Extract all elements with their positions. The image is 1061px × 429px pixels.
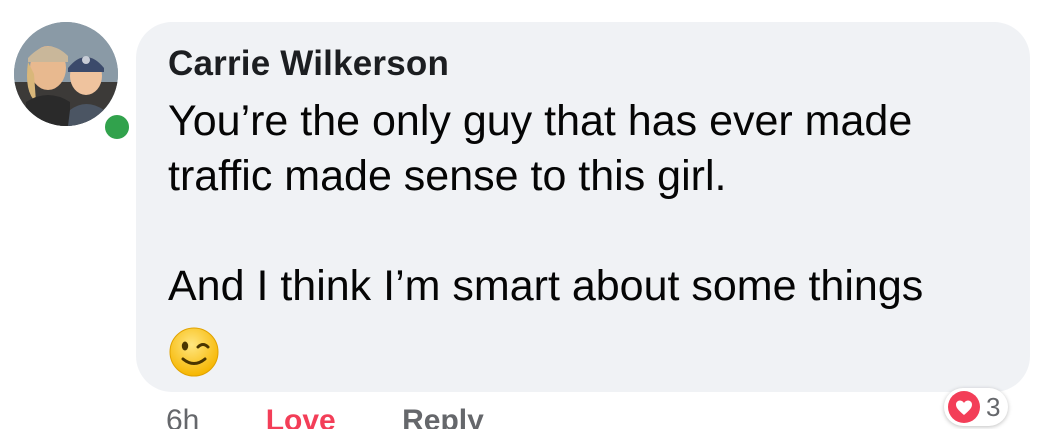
- comment-text: You’re the only guy that has ever made t…: [168, 94, 1008, 314]
- online-status-indicator: [100, 110, 134, 144]
- winking-face-emoji-icon: [169, 327, 219, 377]
- comment-text-line: And I think I’m smart about some things: [168, 262, 924, 310]
- reply-button[interactable]: Reply: [402, 404, 484, 429]
- reaction-summary[interactable]: 3: [944, 388, 1009, 426]
- love-heart-icon: [948, 391, 980, 423]
- comment-text-line: traffic made sense to this girl.: [168, 152, 727, 200]
- comment-bubble: Carrie Wilkerson You’re the only guy tha…: [136, 22, 1030, 392]
- avatar-container[interactable]: [14, 22, 134, 144]
- comment: Carrie Wilkerson You’re the only guy tha…: [0, 0, 1061, 429]
- comment-author-name[interactable]: Carrie Wilkerson: [168, 44, 449, 84]
- comment-text-line: You’re the only guy that has ever made: [168, 97, 913, 145]
- comment-actions: 6h Love Reply: [166, 404, 542, 429]
- avatar[interactable]: [14, 22, 118, 126]
- reaction-count: 3: [986, 391, 1001, 422]
- love-button[interactable]: Love: [266, 404, 336, 429]
- avatar-photo: [14, 22, 118, 126]
- comment-timestamp[interactable]: 6h: [166, 404, 199, 429]
